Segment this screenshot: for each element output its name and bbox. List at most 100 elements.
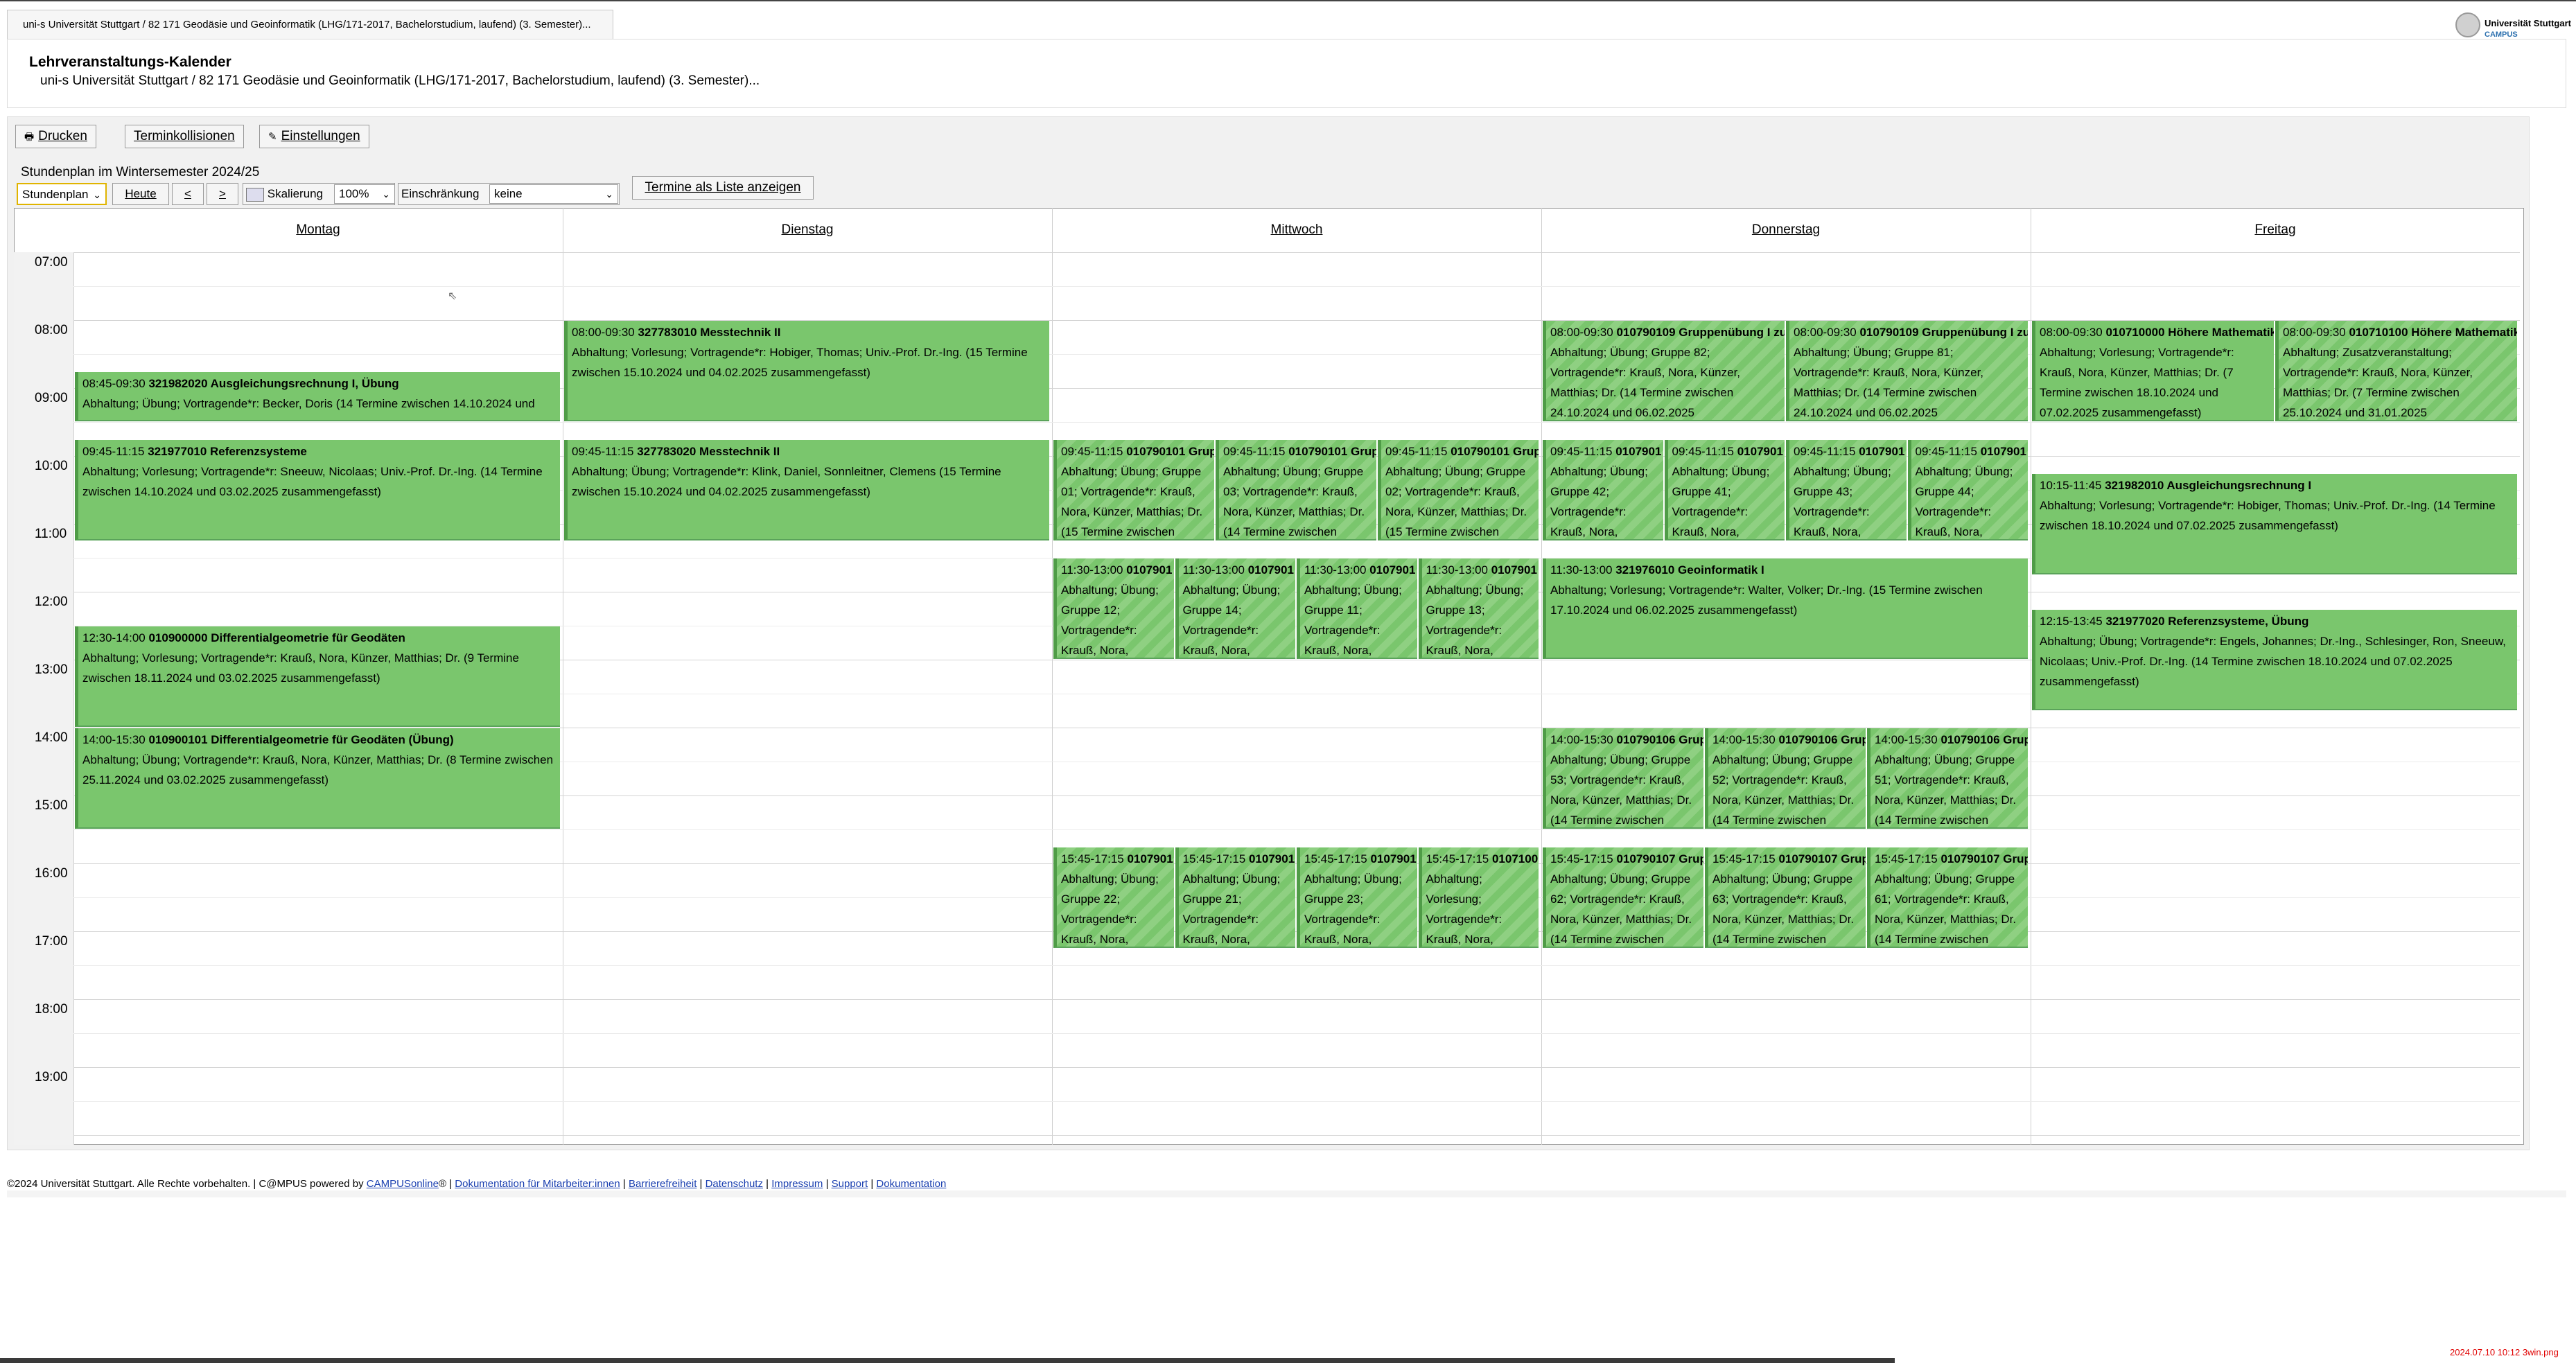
calendar-event[interactable]: 09:45-11:15 010790101 Grup Abhaltung; Übu… xyxy=(1378,439,1539,540)
event-title: 14:00-15:30 010790106 Grup xyxy=(1712,730,1866,750)
calendar-event[interactable]: 11:30-13:00 0107901 Abhaltung; Übung; Gru… xyxy=(1418,559,1539,659)
calendar-event[interactable]: 15:45-17:15 0107901 Abhaltung; Übung; Gru… xyxy=(1297,847,1417,948)
day-header-tuesday[interactable]: Dienstag xyxy=(563,208,1052,252)
calendar-event[interactable]: 15:45-17:15 010790107 Grup Abhaltung; Übu… xyxy=(1867,847,2028,948)
calendar-event[interactable]: 14:00-15:30 010900101 Differentialgeomet… xyxy=(75,728,560,829)
registered-mark: ® xyxy=(438,1178,447,1190)
footer-link-accessibility[interactable]: Barrierefreiheit xyxy=(629,1178,696,1190)
event-description: Abhaltung; Übung; Gruppe 82; Vortragende… xyxy=(1550,346,1741,419)
event-description: Abhaltung; Vorlesung; Vortragende*r: Wal… xyxy=(1550,583,1983,617)
event-code: 010790109 Gruppenübung I zu xyxy=(1616,326,1785,339)
page-subtitle: uni-s Universität Stuttgart / 82 171 Geo… xyxy=(40,73,760,88)
calendar-event[interactable]: 12:30-14:00 010900000 Differentialgeomet… xyxy=(75,626,560,727)
document-tab[interactable]: uni-s Universität Stuttgart / 82 171 Geo… xyxy=(7,10,613,39)
event-title: 09:45-11:15 0107901 xyxy=(1794,441,1904,461)
calendar-event[interactable]: 08:45-09:30 321982020 Ausgleichungsrechn… xyxy=(75,371,560,421)
calendar-event[interactable]: 14:00-15:30 010790106 Grup Abhaltung; Übu… xyxy=(1705,728,1866,829)
event-code: 010790107 Grup xyxy=(1940,852,2028,865)
event-code: 0107901 xyxy=(1615,444,1662,458)
calendar-event[interactable]: 15:45-17:15 0107901 Abhaltung; Übung; Gru… xyxy=(1053,847,1174,948)
event-description: Abhaltung; Übung; Gruppe 22; Vortragende… xyxy=(1061,872,1159,946)
calendar-event[interactable]: 09:45-11:15 010790101 Grup Abhaltung; Übu… xyxy=(1053,439,1214,540)
calendar-event[interactable]: 12:15-13:45 321977020 Referenzsysteme, Ü… xyxy=(2032,609,2517,710)
event-time: 12:30-14:00 xyxy=(82,631,149,644)
footer-link-imprint[interactable]: Impressum xyxy=(771,1178,823,1190)
day-header-friday[interactable]: Freitag xyxy=(2031,208,2520,252)
event-time: 11:30-13:00 xyxy=(1426,563,1491,577)
footer-link-documentation[interactable]: Dokumentation xyxy=(876,1178,946,1190)
conflicts-button[interactable]: Terminkollisionen xyxy=(125,125,244,148)
calendar-event[interactable]: 15:45-17:15 010790107 Grup Abhaltung; Übu… xyxy=(1705,847,1866,948)
day-header-wednesday[interactable]: Mittwoch xyxy=(1052,208,1541,252)
screenshot-stamp: 2024.07.10 10:12 3win.png xyxy=(2450,1347,2559,1357)
page-title: Lehrveranstaltungs-Kalender xyxy=(29,54,231,70)
hour-label: 18:00 xyxy=(35,1002,68,1017)
print-button[interactable]: 🖶 Drucken xyxy=(15,125,96,148)
event-code: 0107901 xyxy=(1737,444,1783,458)
half-hour-gridline xyxy=(73,1101,2520,1102)
list-view-button-label: Termine als Liste anzeigen xyxy=(645,180,801,195)
event-description: Abhaltung; Übung; Vortragende*r: Engels,… xyxy=(2040,634,2506,688)
calendar-event[interactable]: 15:45-17:15 010790107 Grup Abhaltung; Übu… xyxy=(1543,847,1703,948)
today-button[interactable]: Heute xyxy=(112,183,169,205)
event-title: 11:30-13:00 0107901 xyxy=(1426,560,1537,580)
day-header-thursday[interactable]: Donnerstag xyxy=(1541,208,2031,252)
calendar-event[interactable]: 14:00-15:30 010790106 Grup Abhaltung; Übu… xyxy=(1867,728,2028,829)
calendar-event[interactable]: 08:00-09:30 010710000 Höhere Mathematik A… xyxy=(2032,321,2274,421)
calendar-event[interactable]: 09:45-11:15 321977010 Referenzsysteme Abh… xyxy=(75,439,560,540)
event-title: 11:30-13:00 0107901 xyxy=(1061,560,1172,580)
footer-link-support[interactable]: Support xyxy=(832,1178,868,1190)
footer-link-privacy[interactable]: Datenschutz xyxy=(706,1178,763,1190)
calendar-event[interactable]: 09:45-11:15 010790101 Grup Abhaltung; Übu… xyxy=(1216,439,1376,540)
event-description: Abhaltung; Übung; Gruppe 51; Vortragende… xyxy=(1875,753,2017,827)
event-description: Abhaltung; Übung; Gruppe 03; Vortragende… xyxy=(1223,464,1365,538)
event-code: 321976010 Geoinformatik I xyxy=(1615,563,1764,577)
event-title: 14:00-15:30 010790106 Grup xyxy=(1550,730,1703,750)
event-description: Abhaltung; Übung; Gruppe 43; Vortragende… xyxy=(1794,464,1891,538)
event-code: 010900101 Differentialgeometrie für Geod… xyxy=(148,733,454,746)
calendar-event[interactable]: 08:00-09:30 327783010 Messtechnik II Abha… xyxy=(564,321,1049,421)
event-description: Abhaltung; Übung; Gruppe 23; Vortragende… xyxy=(1304,872,1402,946)
pencil-icon: ✎ xyxy=(268,131,277,143)
event-description: Abhaltung; Vorlesung; Vortragende*r: Kra… xyxy=(1426,872,1502,946)
footer-link-campusonline[interactable]: CAMPUSonline xyxy=(367,1178,439,1190)
calendar-event[interactable]: 09:45-11:15 0107901 Abhaltung; Übung; Gru… xyxy=(1543,439,1663,540)
event-code: 010790107 Grup xyxy=(1778,852,1866,865)
half-hour-gridline xyxy=(73,422,2520,423)
event-title: 15:45-17:15 010790107 Grup xyxy=(1712,849,1866,869)
view-select[interactable]: Stundenplan ⌄ xyxy=(17,183,107,205)
calendar-event[interactable]: 09:45-11:15 327783020 Messtechnik II Abha… xyxy=(564,439,1049,540)
day-header-monday[interactable]: Montag xyxy=(73,208,563,252)
calendar-event[interactable]: 08:00-09:30 010710100 Höhere Mathematik A… xyxy=(2275,321,2517,421)
scale-select[interactable]: 100% ⌄ xyxy=(334,184,395,204)
calendar-event[interactable]: 09:45-11:15 0107901 Abhaltung; Übung; Gru… xyxy=(1664,439,1785,540)
event-code: 010790106 Grup xyxy=(1616,733,1703,746)
calendar-event[interactable]: 11:30-13:00 0107901 Abhaltung; Übung; Gru… xyxy=(1175,559,1295,659)
event-code: 010790106 Grup xyxy=(1940,733,2028,746)
event-code: 010790101 Grup xyxy=(1451,444,1539,458)
next-week-button[interactable]: > xyxy=(207,183,238,205)
event-title: 14:00-15:30 010790106 Grup xyxy=(1875,730,2028,750)
event-time: 08:00-09:30 xyxy=(2040,326,2106,339)
hour-label: 16:00 xyxy=(35,866,68,881)
previous-week-button[interactable]: < xyxy=(172,183,204,205)
event-time: 14:00-15:30 xyxy=(1712,733,1779,746)
event-time: 11:30-13:00 xyxy=(1182,563,1248,577)
calendar-event[interactable]: 10:15-11:45 321982010 Ausgleichungsrechn… xyxy=(2032,473,2517,574)
calendar-event[interactable]: 11:30-13:00 0107901 Abhaltung; Übung; Gru… xyxy=(1053,559,1174,659)
calendar-event[interactable]: 09:45-11:15 0107901 Abhaltung; Übung; Gru… xyxy=(1907,439,2028,540)
footer-link-staff-docs[interactable]: Dokumentation für Mitarbeiter:innen xyxy=(455,1178,620,1190)
calendar-event[interactable]: 15:45-17:15 0107100 Abhaltung; Vorlesung;… xyxy=(1418,847,1539,948)
calendar-event[interactable]: 08:00-09:30 010790109 Gruppenübung I zu A… xyxy=(1786,321,2028,421)
restriction-select[interactable]: keine ⌄ xyxy=(489,184,618,204)
calendar-event[interactable]: 11:30-13:00 321976010 Geoinformatik I Abh… xyxy=(1543,559,2028,659)
event-code: 0107100 xyxy=(1491,852,1539,865)
calendar-event[interactable]: 15:45-17:15 0107901 Abhaltung; Übung; Gru… xyxy=(1175,847,1295,948)
list-view-button[interactable]: Termine als Liste anzeigen xyxy=(632,176,814,200)
settings-button[interactable]: ✎ Einstellungen xyxy=(259,125,369,148)
calendar-event[interactable]: 08:00-09:30 010790109 Gruppenübung I zu A… xyxy=(1543,321,1785,421)
calendar-event[interactable]: 11:30-13:00 0107901 Abhaltung; Übung; Gru… xyxy=(1297,559,1417,659)
calendar-event[interactable]: 09:45-11:15 0107901 Abhaltung; Übung; Gru… xyxy=(1786,439,1907,540)
calendar-event[interactable]: 14:00-15:30 010790106 Grup Abhaltung; Übu… xyxy=(1543,728,1703,829)
event-title: 15:45-17:15 0107901 xyxy=(1183,849,1295,869)
